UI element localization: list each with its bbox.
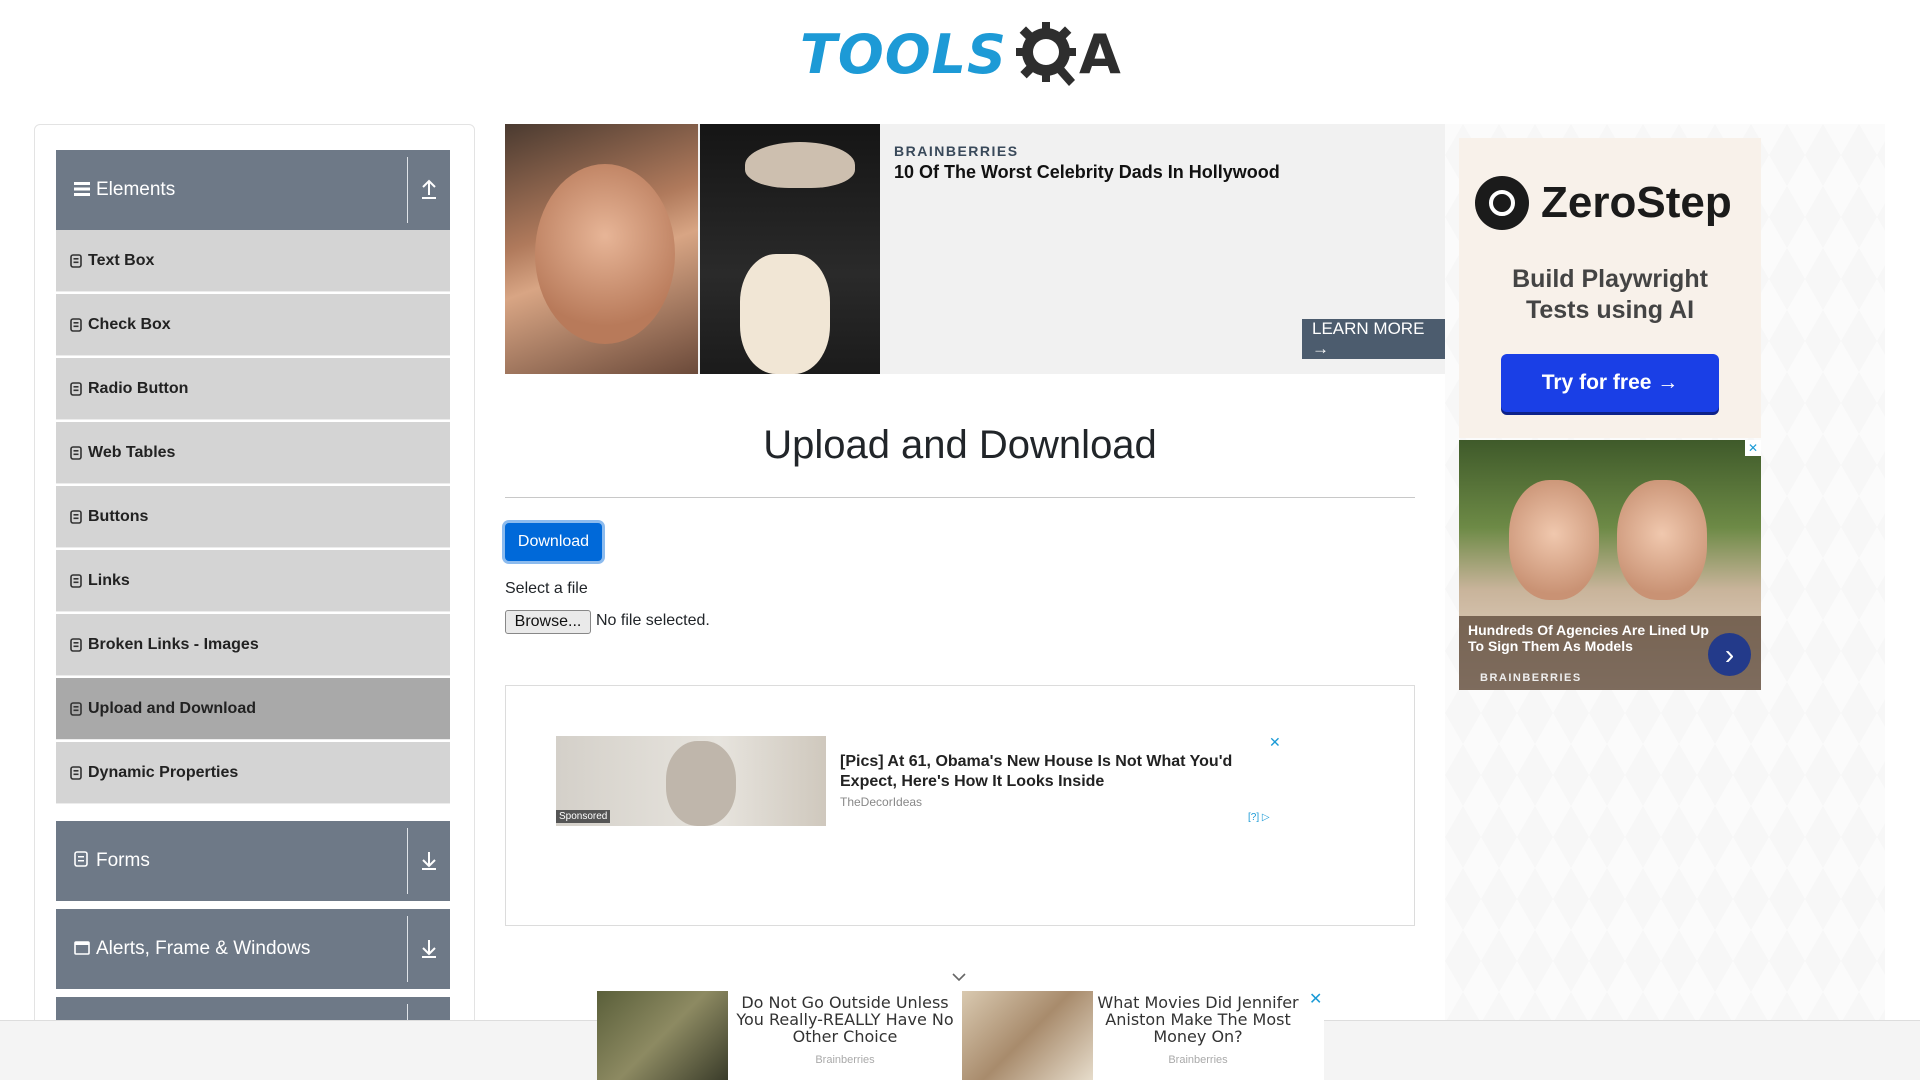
list-icon xyxy=(70,637,82,652)
sidebar-item-label: Check Box xyxy=(88,315,171,333)
group-header-alerts-frame-windows[interactable]: Alerts, Frame & Windows xyxy=(56,909,450,989)
expand-down-icon[interactable] xyxy=(420,849,438,871)
tagline-line: Build Playwright xyxy=(1512,265,1708,293)
ad-headline[interactable]: What Movies Did Jennifer Aniston Make Th… xyxy=(1093,994,1303,1045)
list-icon xyxy=(70,253,82,268)
ad-source: Brainberries xyxy=(815,1054,875,1066)
ad-headline[interactable]: Do Not Go Outside Unless You Really-REAL… xyxy=(728,994,962,1045)
ad-image-child xyxy=(1509,480,1599,600)
sidebar-item-label: Broken Links - Images xyxy=(88,635,259,653)
ad-image-child xyxy=(1617,480,1707,600)
ad-headline[interactable]: [Pics] At 61, Obama's New House Is Not W… xyxy=(840,752,1240,792)
close-icon[interactable]: ✕ xyxy=(1745,440,1761,456)
sidebar-item-text-box[interactable]: Text Box xyxy=(56,230,450,292)
sidebar-item-radio-button[interactable]: Radio Button xyxy=(56,358,450,420)
adchoices-icon[interactable]: [?] ▷ xyxy=(1248,812,1270,823)
tagline-line: Tests using AI xyxy=(1525,296,1695,324)
ad-image-mother-daughter xyxy=(700,124,880,374)
list-icon xyxy=(70,317,82,332)
divider xyxy=(407,828,408,894)
select-file-label: Select a file xyxy=(505,580,588,597)
left-panel: Elements Text Box Check Box Radio Button… xyxy=(34,124,475,1080)
twins-ad[interactable]: Hundreds Of Agencies Are Lined Up To Sig… xyxy=(1459,440,1761,690)
bottom-ad[interactable]: Do Not Go Outside Unless You Really-REAL… xyxy=(597,991,1324,1080)
top-banner-ad[interactable]: BRAINBERRIES 10 Of The Worst Celebrity D… xyxy=(505,124,1445,374)
chevron-right-icon[interactable]: › xyxy=(1708,633,1751,676)
adchoices-label: [?] xyxy=(1248,812,1260,823)
download-button[interactable]: Download xyxy=(505,523,602,561)
ad-source: TheDecorIdeas xyxy=(840,795,923,809)
sponsored-badge: Sponsored xyxy=(556,810,611,823)
list-icon xyxy=(70,445,82,460)
sidebar-item-broken-links[interactable]: Broken Links - Images xyxy=(56,614,450,676)
ad-source: BRAINBERRIES xyxy=(894,143,1019,159)
expand-down-icon[interactable] xyxy=(420,937,438,959)
toolsqa-logo[interactable]: TOOLS A xyxy=(800,14,1121,94)
sidebar-item-web-tables[interactable]: Web Tables xyxy=(56,422,450,484)
page-title: Upload and Download xyxy=(763,423,1157,467)
zerostep-logo-icon xyxy=(1475,176,1529,230)
sidebar-item-label: Buttons xyxy=(88,507,149,525)
ad-caption: Hundreds Of Agencies Are Lined Up To Sig… xyxy=(1468,622,1709,654)
sponsored-ad[interactable]: Sponsored [Pics] At 61, Obama's New Hous… xyxy=(505,685,1415,926)
close-icon[interactable]: ✕ xyxy=(1269,734,1281,751)
right-side-ad: ZeroStep Build Playwright Tests using AI… xyxy=(1445,124,1885,1080)
ad-image-girl xyxy=(740,254,830,374)
sidebar-item-label: Radio Button xyxy=(88,379,189,397)
close-icon[interactable]: ✕ xyxy=(1309,989,1322,1009)
list-icon xyxy=(70,765,82,780)
zerostep-ad[interactable]: ZeroStep Build Playwright Tests using AI… xyxy=(1459,138,1761,438)
list-icon xyxy=(70,381,82,396)
ad-image-actor xyxy=(505,124,698,374)
list-icon xyxy=(70,573,82,588)
logo-a-text: A xyxy=(1078,22,1121,86)
title-divider xyxy=(505,497,1415,498)
divider xyxy=(407,916,408,982)
sidebar-item-dynamic-properties[interactable]: Dynamic Properties xyxy=(56,742,450,804)
sidebar-item-label: Links xyxy=(88,571,130,589)
group-header-elements[interactable]: Elements xyxy=(56,150,450,230)
sidebar-item-links[interactable]: Links xyxy=(56,550,450,612)
ad-image-face xyxy=(535,164,675,344)
ad-source: Brainberries xyxy=(1168,1054,1228,1066)
try-for-free-button[interactable]: Try for free → xyxy=(1501,354,1719,412)
window-icon xyxy=(74,939,90,960)
zerostep-brand: ZeroStep xyxy=(1541,178,1732,227)
form-icon xyxy=(74,850,90,872)
sidebar-item-label: Web Tables xyxy=(88,443,176,461)
browse-button[interactable]: Browse... xyxy=(505,610,591,634)
sidebar-item-buttons[interactable]: Buttons xyxy=(56,486,450,548)
group-label: Elements xyxy=(96,179,176,200)
group-header-forms[interactable]: Forms xyxy=(56,821,450,901)
ad-image-soldiers xyxy=(597,991,728,1080)
zerostep-logo: ZeroStep xyxy=(1475,176,1732,230)
sidebar-item-upload-download[interactable]: Upload and Download xyxy=(56,678,450,740)
chevron-down-icon[interactable] xyxy=(950,970,968,982)
zerostep-tagline: Build Playwright Tests using AI xyxy=(1459,264,1761,326)
logo-tools-text: TOOLS xyxy=(800,22,1007,86)
page: TOOLS A Elements Text Box Check Box Radi… xyxy=(0,0,1920,1080)
gear-q-icon xyxy=(1013,18,1083,90)
sidebar-item-label: Upload and Download xyxy=(88,699,256,717)
collapse-up-icon[interactable] xyxy=(420,178,438,200)
group-label: Forms xyxy=(96,850,150,871)
ad-image-movie xyxy=(962,991,1093,1080)
learn-more-button[interactable]: LEARN MORE → xyxy=(1302,319,1445,359)
divider xyxy=(407,157,408,223)
ad-headline[interactable]: 10 Of The Worst Celebrity Dads In Hollyw… xyxy=(894,162,1280,183)
list-icon xyxy=(70,509,82,524)
ad-image-person xyxy=(666,741,736,826)
ad-image-hat xyxy=(745,142,855,188)
sidebar-item-check-box[interactable]: Check Box xyxy=(56,294,450,356)
sidebar-item-label: Dynamic Properties xyxy=(88,763,239,781)
list-icon xyxy=(70,701,82,716)
sidebar-item-label: Text Box xyxy=(88,251,155,269)
group-label: Alerts, Frame & Windows xyxy=(96,938,311,959)
file-status: No file selected. xyxy=(596,612,710,629)
hamburger-icon xyxy=(74,180,90,201)
ad-caption-source: BRAINBERRIES xyxy=(1480,672,1582,684)
